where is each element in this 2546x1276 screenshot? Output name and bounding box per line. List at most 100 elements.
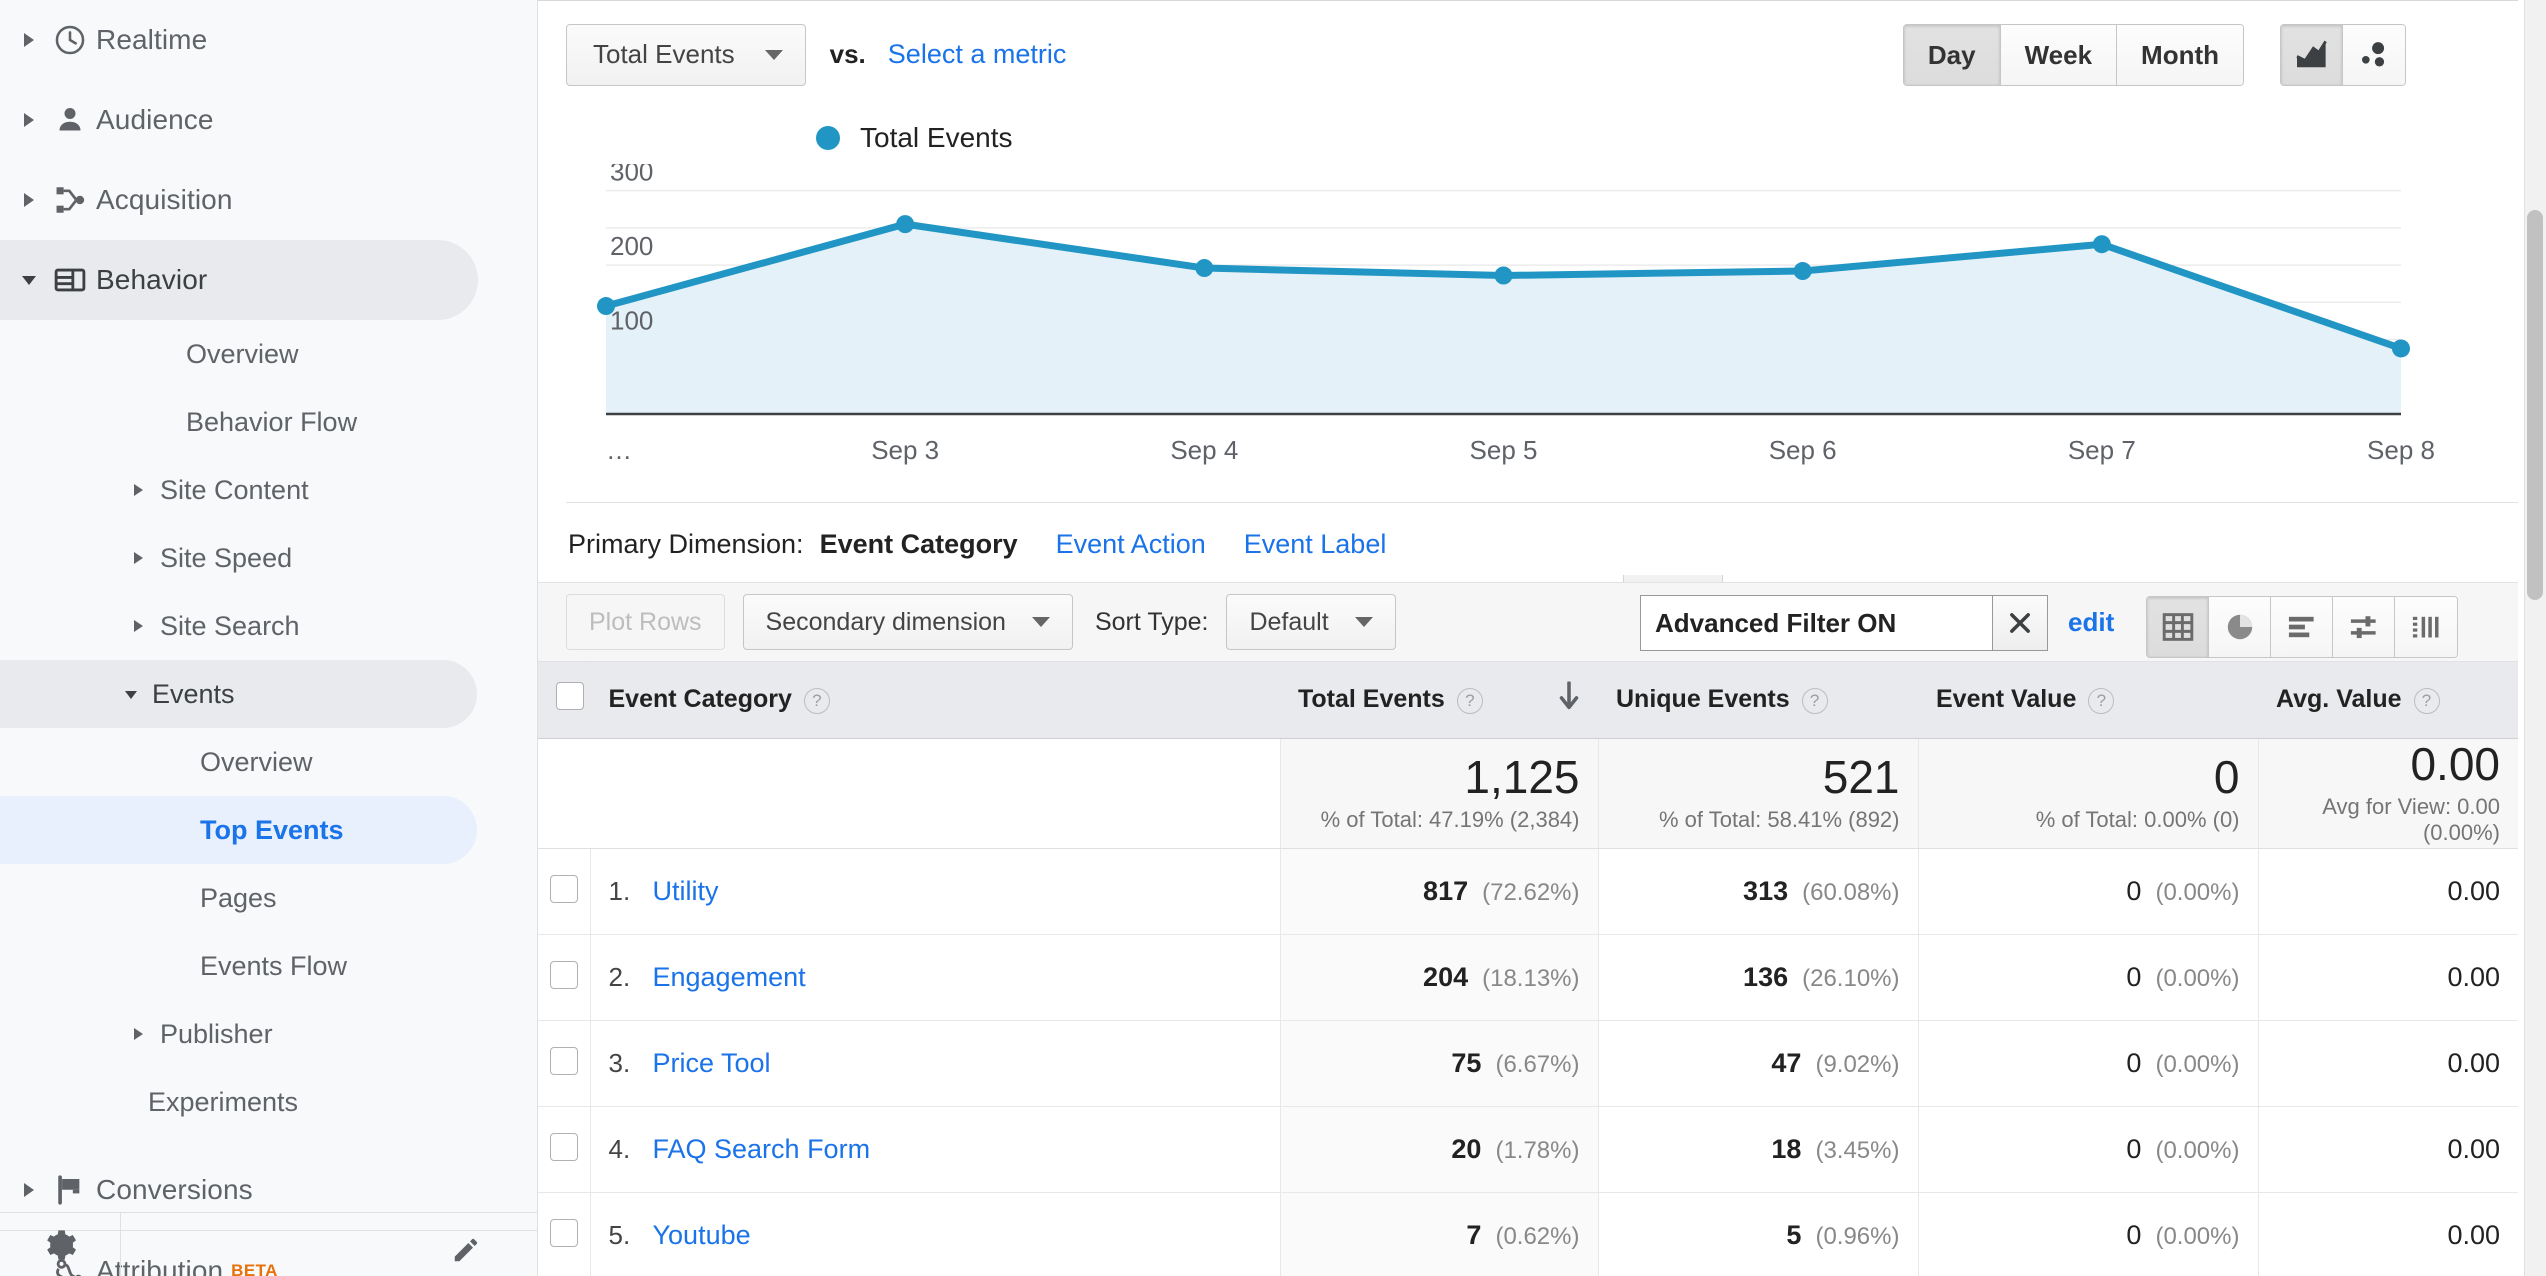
- row-value: 313: [1743, 875, 1789, 906]
- row-value: 0: [2126, 875, 2142, 906]
- chart-area: Total Events 100 200 300 … Sep 3 Sep 4 Sep 5 Se…: [538, 108, 2518, 601]
- column-header-total-events[interactable]: Total Events?: [1280, 662, 1598, 739]
- primary-dimension-event-action[interactable]: Event Action: [1056, 529, 1206, 560]
- chevron-down-icon: [764, 49, 783, 60]
- sidebar-item-experiments[interactable]: Experiments: [0, 1068, 537, 1136]
- row-category-link[interactable]: Price Tool: [653, 1048, 771, 1078]
- row-avg-value: 0.00: [2257, 848, 2518, 935]
- plot-rows-label: Plot Rows: [589, 607, 702, 636]
- sidebar-item-realtime[interactable]: Realtime: [0, 0, 537, 80]
- column-header-avg-value[interactable]: Avg. Value?: [2258, 662, 2518, 739]
- row-value: 47: [1771, 1047, 1802, 1078]
- row-checkbox[interactable]: [549, 1218, 578, 1247]
- row-value: 136: [1743, 961, 1789, 992]
- plot-rows-button[interactable]: Plot Rows: [566, 594, 725, 650]
- column-header-event-category[interactable]: Event Category?: [590, 662, 1280, 739]
- help-icon[interactable]: ?: [803, 687, 830, 714]
- metric-selector[interactable]: Total Events: [566, 23, 806, 86]
- chart-view-controls: Day Week Month: [1902, 24, 2406, 86]
- sidebar-item-behavior[interactable]: Behavior: [0, 240, 207, 320]
- edit-filter-link[interactable]: edit: [2068, 607, 2114, 638]
- table-view-icon[interactable]: [2147, 597, 2209, 657]
- close-icon[interactable]: [1992, 595, 2048, 651]
- row-avg-value: 0.00: [2257, 934, 2518, 1021]
- vs-label: vs.: [829, 39, 866, 69]
- svg-text:Sep 8: Sep 8: [2367, 435, 2435, 465]
- row-avg-value: 0.00: [2257, 1020, 2518, 1107]
- table-row: 1. Utility 817 (72.62%) 313 (60.08%) 0 (0.00…: [538, 848, 2518, 935]
- row-select-cell: [538, 1192, 591, 1276]
- line-chart-icon[interactable]: [2281, 25, 2343, 85]
- row-value: 204: [1423, 961, 1469, 992]
- chevron-down-icon: [1354, 617, 1373, 627]
- filter-input[interactable]: [1640, 595, 1992, 651]
- row-category-cell: 5. Youtube: [590, 1192, 1280, 1276]
- row-unique-events: 136 (26.10%): [1597, 934, 1918, 1021]
- sidebar-item-audience[interactable]: Audience: [0, 80, 537, 160]
- comparison-view-icon[interactable]: [2333, 597, 2395, 657]
- row-pct: (60.08%): [1802, 878, 1900, 906]
- sidebar-item-top-events[interactable]: Top Events: [0, 796, 477, 864]
- vertical-scrollbar[interactable]: [2524, 0, 2546, 1276]
- row-category-link[interactable]: Engagement: [653, 962, 806, 992]
- pencil-icon[interactable]: [451, 1235, 481, 1270]
- arrow-down-icon: [1558, 680, 1580, 718]
- help-icon[interactable]: ?: [2413, 687, 2440, 714]
- row-category-link[interactable]: Utility: [653, 876, 719, 906]
- column-header-unique-events[interactable]: Unique Events?: [1598, 662, 1918, 739]
- table-row: 2. Engagement 204 (18.13%) 136 (26.10%) 0 (0…: [538, 934, 2518, 1021]
- help-icon[interactable]: ?: [1801, 687, 1828, 714]
- chevron-down-icon: [1031, 617, 1050, 627]
- sidebar-item-events[interactable]: Events: [0, 660, 477, 728]
- primary-dimension-event-label[interactable]: Event Label: [1244, 529, 1387, 560]
- sidebar-item-site-content[interactable]: Site Content: [0, 456, 537, 524]
- row-category-link[interactable]: Youtube: [653, 1220, 751, 1250]
- scrollbar-thumb[interactable]: [2527, 210, 2543, 600]
- row-total-events: 20 (1.78%): [1279, 1106, 1598, 1193]
- granularity-week[interactable]: Week: [2000, 25, 2118, 85]
- help-icon[interactable]: ?: [1456, 687, 1483, 714]
- row-checkbox[interactable]: [549, 960, 578, 989]
- chart-divider: [566, 502, 2518, 503]
- row-checkbox[interactable]: [549, 1046, 578, 1075]
- row-category-link[interactable]: FAQ Search Form: [653, 1134, 871, 1164]
- sidebar-item-behavior-flow[interactable]: Behavior Flow: [0, 388, 537, 456]
- row-checkbox[interactable]: [549, 1132, 578, 1161]
- sidebar-item-events-flow[interactable]: Events Flow: [0, 932, 537, 1000]
- pie-view-icon[interactable]: [2209, 597, 2271, 657]
- select-all-checkbox[interactable]: [556, 682, 584, 711]
- row-pct: (0.62%): [1495, 1222, 1580, 1250]
- totals-note: Avg for View: 0.00 (0.00%): [2322, 794, 2500, 846]
- help-icon[interactable]: ?: [2088, 687, 2115, 714]
- sidebar-item-site-speed[interactable]: Site Speed: [0, 524, 537, 592]
- pivot-view-icon[interactable]: [2395, 597, 2457, 657]
- sidebar-item-acquisition[interactable]: Acquisition: [0, 160, 537, 240]
- column-header-event-value[interactable]: Event Value?: [1918, 662, 2258, 739]
- events-table: Event Category? Total Events? Unique Eve…: [538, 662, 2518, 1276]
- row-checkbox[interactable]: [549, 874, 578, 903]
- row-value: 0.00: [2447, 1047, 2500, 1078]
- row-category-cell: 3. Price Tool: [590, 1020, 1280, 1107]
- chevron-right-icon: [126, 1026, 152, 1042]
- granularity-day[interactable]: Day: [1903, 25, 2001, 85]
- totals-total-events: 1,125 % of Total: 47.19% (2,384): [1279, 738, 1598, 849]
- sort-type-select[interactable]: Default: [1226, 594, 1396, 650]
- scatter-chart-icon[interactable]: [2343, 25, 2405, 85]
- sidebar-item-pages[interactable]: Pages: [0, 864, 537, 932]
- bar-view-icon[interactable]: [2271, 597, 2333, 657]
- column-label: Event Value: [1936, 685, 2077, 714]
- sidebar-item-behavior-overview[interactable]: Overview: [0, 320, 537, 388]
- table-controls: Plot Rows Secondary dimension Sort Type:…: [538, 582, 2518, 662]
- granularity-month[interactable]: Month: [2117, 25, 2243, 85]
- sidebar-sub-label: Experiments: [148, 1086, 299, 1117]
- sidebar-item-publisher[interactable]: Publisher: [0, 1000, 537, 1068]
- row-index: 4.: [608, 1133, 631, 1164]
- row-value: 0.00: [2447, 1133, 2500, 1164]
- svg-text:100: 100: [610, 306, 653, 336]
- line-chart-svg[interactable]: 100 200 300 … Sep 3 Sep 4 Sep 5 Sep 6 Sep 7 Sep 8: [566, 157, 2516, 474]
- sidebar-item-site-search[interactable]: Site Search: [0, 592, 537, 660]
- secondary-dimension-button[interactable]: Secondary dimension: [742, 594, 1073, 650]
- gear-icon[interactable]: [0, 1213, 120, 1276]
- sidebar-item-events-overview[interactable]: Overview: [0, 728, 537, 796]
- select-metric-link[interactable]: Select a metric: [888, 39, 1067, 70]
